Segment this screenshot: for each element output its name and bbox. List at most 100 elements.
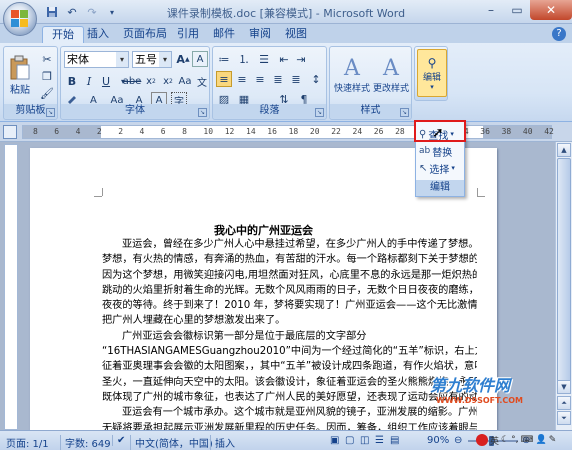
italic-icon[interactable]: I — [81, 73, 97, 89]
zoom-out-icon[interactable]: ⊖ — [454, 435, 462, 446]
view-full-screen-icon[interactable]: ▢ — [345, 435, 354, 446]
change-styles-button[interactable]: A 更改样式 — [372, 49, 410, 101]
format-painter-icon[interactable]: 🖌 — [39, 85, 55, 101]
align-right-icon[interactable]: ≡ — [252, 71, 268, 87]
next-page-icon[interactable]: ⏷ — [557, 411, 571, 425]
prev-page-icon[interactable]: ⏶ — [557, 396, 571, 410]
paragraph-group-label: 段落 — [213, 104, 326, 118]
vertical-scrollbar[interactable]: ▲ ▼ ⏶ ⏷ — [555, 142, 572, 430]
minimize-icon[interactable]: – — [478, 0, 504, 20]
tab-selector[interactable] — [3, 125, 17, 139]
bold-icon[interactable]: B — [64, 73, 80, 89]
proofing-icon[interactable]: ✔ — [112, 435, 125, 446]
font-launcher-icon[interactable]: ↘ — [198, 108, 207, 117]
maximize-icon[interactable]: ▭ — [504, 0, 530, 20]
quick-styles-label: 快速样式 — [334, 84, 371, 94]
scroll-thumb[interactable] — [557, 158, 571, 388]
tab-mailings[interactable]: 邮件 — [204, 26, 244, 43]
ime-punct-icon[interactable]: °, — [511, 435, 518, 445]
view-draft-icon[interactable]: ▤ — [390, 435, 399, 446]
help-icon[interactable]: ? — [552, 27, 566, 41]
distributed-icon[interactable]: ≣ — [288, 71, 304, 87]
document-title: 我心中的广州亚运会 — [214, 224, 313, 237]
scroll-up-icon[interactable]: ▲ — [557, 143, 571, 157]
paragraph-launcher-icon[interactable]: ↘ — [315, 108, 324, 117]
subscript-icon[interactable]: x2 — [143, 73, 159, 89]
change-styles-icon: A — [383, 56, 399, 81]
insert-mode[interactable]: 插入 — [210, 435, 235, 450]
copy-icon[interactable]: ❐ — [39, 68, 55, 84]
doc-line: 广州亚运会会徽标识第一部分是位于最底层的文字部分 — [122, 330, 367, 342]
office-logo-icon — [11, 10, 29, 28]
select-menu-item[interactable]: ↖ 选择 ▾ — [419, 160, 455, 176]
paste-icon — [10, 55, 30, 79]
horizontal-ruler[interactable]: 8642246810121416182022242628303234363840… — [22, 125, 554, 139]
ruler-right-margin — [483, 126, 551, 138]
ime-moon-icon[interactable]: ☾ — [501, 435, 509, 445]
ruler-number: 40 — [522, 127, 533, 136]
tab-insert[interactable]: 插入 — [78, 26, 118, 43]
quick-styles-button[interactable]: A 快速样式 — [334, 49, 370, 101]
ruler-number: 16 — [267, 127, 277, 136]
office-button[interactable] — [3, 2, 37, 36]
tab-review[interactable]: 审阅 — [240, 26, 280, 43]
superscript-icon[interactable]: x2 — [160, 73, 176, 89]
find-binoculars-icon: ⚲ — [427, 55, 437, 70]
ruler-number: 18 — [288, 127, 299, 136]
zoom-level[interactable]: 90% — [427, 435, 449, 446]
numbering-icon[interactable]: ⒈ — [236, 51, 252, 67]
line-spacing-icon[interactable]: ↕ — [308, 71, 324, 87]
view-outline-icon[interactable]: ☰ — [375, 435, 384, 446]
language-status[interactable]: 中文(简体，中国) — [130, 435, 213, 450]
styles-launcher-icon[interactable]: ↘ — [400, 108, 409, 117]
cut-icon[interactable]: ✂ — [39, 51, 55, 67]
close-icon[interactable]: ✕ — [530, 0, 572, 20]
char-border-icon[interactable]: A — [192, 51, 208, 67]
ruler-number: 38 — [501, 127, 512, 136]
editing-button[interactable]: ⚲ 编辑 ▾ — [417, 49, 447, 97]
replace-menu-item[interactable]: ab 替换 — [419, 143, 452, 159]
chevron-down-icon: ▾ — [430, 82, 434, 91]
view-print-layout-icon[interactable]: ▣ — [330, 435, 339, 446]
ime-keyboard-icon[interactable]: ⌨ — [520, 435, 533, 445]
tab-page-layout[interactable]: 页面布局 — [114, 26, 176, 43]
ime-logo-icon[interactable] — [476, 434, 488, 446]
chevron-down-icon[interactable]: ▾ — [159, 52, 171, 67]
replace-icon: ab — [419, 146, 431, 156]
paste-button[interactable]: 粘贴 — [7, 49, 33, 101]
font-size-combo[interactable]: 五号 ▾ — [132, 51, 172, 68]
view-web-icon[interactable]: ◫ — [360, 435, 369, 446]
scroll-down-icon[interactable]: ▼ — [557, 380, 571, 394]
ribbon-tab-bar: 开始 插入 页面布局 引用 邮件 审阅 视图 ? — [0, 24, 572, 43]
select-label: 选择 — [429, 164, 450, 176]
ime-toolbar: 英 ☾ °, ⌨ 👤 ✎ — [476, 431, 556, 449]
chevron-down-icon[interactable]: ▾ — [116, 52, 128, 67]
phonetic-guide-icon[interactable]: 文 — [194, 73, 210, 89]
bullets-icon[interactable]: ≔ — [216, 51, 232, 67]
multilevel-list-icon[interactable]: ☰ — [256, 51, 272, 67]
grow-font-icon[interactable]: A ▲ — [175, 51, 191, 67]
strikethrough-icon[interactable]: abe — [123, 73, 142, 89]
ruler-number: 6 — [54, 127, 60, 136]
change-case-icon[interactable]: Aa — [177, 73, 193, 89]
ruler-number: 2 — [118, 127, 124, 136]
ime-user-icon[interactable]: 👤 — [535, 435, 546, 445]
clipboard-group: 粘贴 ✂ ❐ 🖌 剪贴板 ↘ — [3, 46, 58, 120]
tab-references[interactable]: 引用 — [168, 26, 208, 43]
ime-tools-icon[interactable]: ✎ — [549, 435, 557, 445]
decrease-indent-icon[interactable]: ⇤ — [276, 51, 292, 67]
word-count[interactable]: 字数: 649 — [60, 435, 111, 450]
clipboard-launcher-icon[interactable]: ↘ — [46, 108, 55, 117]
align-left-icon[interactable]: ≡ — [216, 71, 232, 87]
doc-line: 圣火，一直延伸向天空中的太阳。该会徽设计，象征着亚运会的圣火熊熊燃烧，永不熄灭。 — [102, 376, 477, 388]
underline-icon[interactable]: U — [98, 73, 114, 89]
title-bar: ↶ ↷ ▾ 课件录制模板.doc [兼容模式] - Microsoft Word… — [0, 0, 572, 24]
align-center-icon[interactable]: ≡ — [234, 71, 250, 87]
page-count[interactable]: 页面: 1/1 — [6, 435, 49, 450]
justify-icon[interactable]: ≣ — [270, 71, 286, 87]
increase-indent-icon[interactable]: ⇥ — [293, 51, 309, 67]
font-name-combo[interactable]: 宋体 ▾ — [64, 51, 129, 68]
ruler-number: 6 — [160, 127, 166, 136]
ime-lang-icon[interactable]: 英 — [490, 434, 499, 447]
tab-view[interactable]: 视图 — [276, 26, 316, 43]
